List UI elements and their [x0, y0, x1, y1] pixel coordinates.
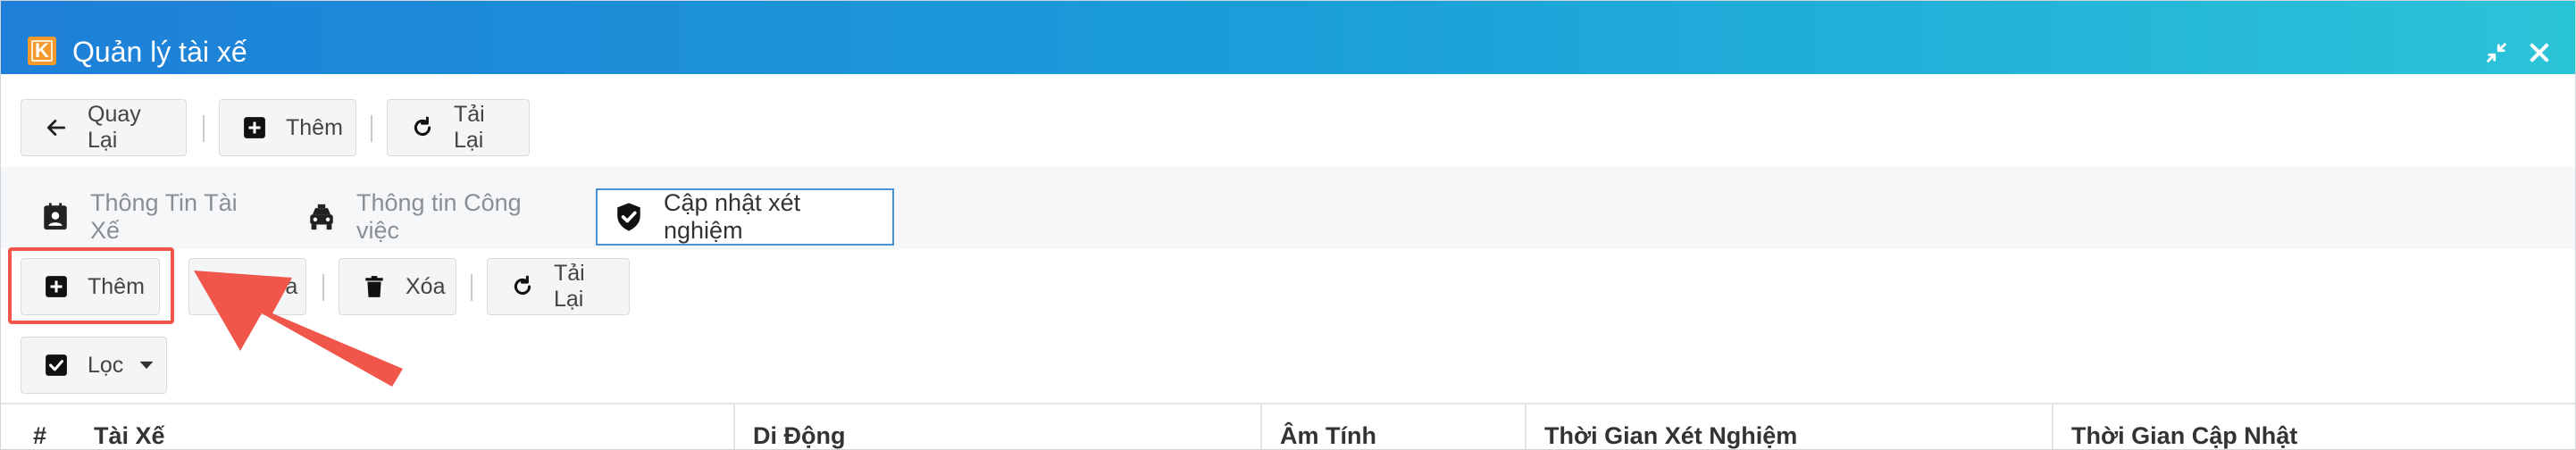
window-title: Quản lý tài xế [72, 36, 247, 68]
column-header-negative[interactable]: Âm Tính [1260, 404, 1525, 449]
driver-management-window: K Quản lý tài xế Quay Lại Thêm Tải Lại T… [0, 0, 2576, 450]
toolbar-divider [371, 115, 372, 142]
refresh-icon [411, 116, 434, 139]
tab-test-update-label: Cập nhật xét nghiệm [664, 189, 801, 244]
refresh-icon [511, 275, 534, 298]
toolbar-divider [471, 274, 473, 301]
app-logo-icon: K [28, 37, 56, 65]
tab-work-info[interactable]: Thông tin Công việc [290, 188, 583, 246]
column-header-update-time[interactable]: Thời Gian Cập Nhật [2052, 404, 2575, 449]
reload-records-button-label: Tải Lại [554, 261, 585, 312]
add-button-label: Thêm [286, 114, 343, 140]
checkbox-checked-icon [45, 354, 68, 377]
table-header: # Tài Xế Di Động Âm Tính Thời Gian Xét N… [1, 403, 2575, 449]
edit-record-button-label: Sửa [255, 273, 298, 299]
delete-record-button-label: Xóa [406, 273, 446, 299]
filter-dropdown-button[interactable]: Lọc [21, 337, 167, 394]
back-button-label: Quay Lại [88, 102, 141, 153]
trash-icon [363, 275, 386, 298]
minimize-icon[interactable] [2480, 37, 2513, 69]
plus-square-icon [243, 116, 266, 139]
highlight-box [8, 247, 174, 324]
shield-check-icon [614, 202, 644, 232]
tab-driver-info-label: Thông Tin Tài Xế [90, 189, 238, 244]
column-header-driver[interactable]: Tài Xế [76, 404, 733, 449]
reload-button-label: Tải Lại [454, 102, 485, 153]
add-button[interactable]: Thêm [219, 99, 356, 156]
tab-test-update[interactable]: Cập nhật xét nghiệm [596, 188, 894, 246]
tab-driver-info[interactable]: Thông Tin Tài Xế [24, 188, 276, 246]
delete-record-button[interactable]: Xóa [339, 258, 456, 315]
tab-work-info-label: Thông tin Công việc [356, 189, 522, 244]
arrow-left-icon [45, 116, 68, 139]
close-icon[interactable] [2523, 37, 2555, 69]
toolbar-divider [203, 115, 205, 142]
edit-record-button[interactable]: Sửa [188, 258, 306, 315]
column-header-mobile[interactable]: Di Động [733, 404, 1260, 449]
toolbar-divider [322, 274, 324, 301]
column-header-index[interactable]: # [1, 404, 58, 449]
id-card-icon [40, 202, 71, 232]
column-header-test-time[interactable]: Thời Gian Xét Nghiệm [1525, 404, 2052, 449]
filter-button-label: Lọc [88, 352, 124, 378]
tab-bar: Thông Tin Tài Xế Thông tin Công việc Cập… [1, 167, 2575, 249]
caret-down-icon [138, 356, 155, 374]
reload-button[interactable]: Tải Lại [387, 99, 530, 156]
title-bar: K Quản lý tài xế [1, 1, 2575, 74]
taxi-icon [306, 202, 337, 232]
back-button[interactable]: Quay Lại [21, 99, 187, 156]
pencil-icon [213, 275, 236, 298]
reload-records-button[interactable]: Tải Lại [487, 258, 630, 315]
